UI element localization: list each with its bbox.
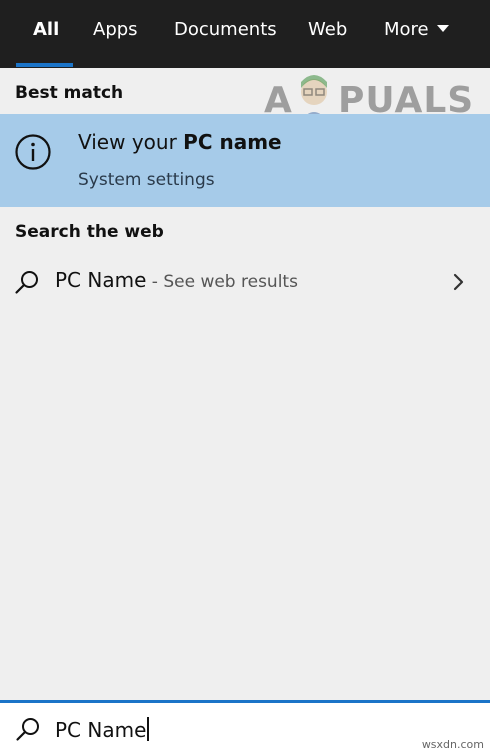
search-input-value: PC Name — [55, 718, 147, 742]
search-box[interactable]: PC Name wsxdn.com — [0, 700, 490, 755]
web-result-item[interactable]: PC Name - See web results — [0, 256, 490, 306]
text-cursor — [147, 717, 150, 741]
best-match-heading: Best match — [15, 83, 124, 103]
tab-more[interactable]: More — [384, 18, 449, 42]
search-scope-tabs: All Apps Documents Web More — [0, 0, 490, 68]
caret-down-icon — [436, 25, 449, 32]
chevron-right-icon[interactable] — [451, 271, 467, 293]
best-match-title: View your PC name — [78, 130, 282, 154]
best-match-subtitle: System settings — [78, 170, 215, 190]
tab-web[interactable]: Web — [308, 18, 347, 42]
tab-more-label: More — [384, 19, 429, 40]
search-input[interactable]: PC Name — [55, 717, 150, 742]
active-tab-indicator — [16, 63, 73, 67]
tab-all[interactable]: All — [33, 18, 59, 42]
search-icon — [15, 271, 38, 294]
web-result-text: PC Name - See web results — [55, 268, 298, 292]
site-watermark: wsxdn.com — [421, 738, 484, 751]
tab-documents[interactable]: Documents — [174, 18, 277, 42]
tab-apps[interactable]: Apps — [93, 18, 138, 42]
search-web-heading: Search the web — [15, 222, 164, 242]
web-result-suffix: - See web results — [146, 272, 298, 292]
web-result-query: PC Name — [55, 268, 147, 292]
search-box-icon — [16, 718, 39, 741]
best-match-title-prefix: View your — [78, 130, 184, 154]
best-match-result[interactable]: View your PC name System settings — [0, 114, 490, 207]
best-match-title-bold: PC name — [183, 130, 282, 154]
info-icon — [15, 134, 51, 170]
